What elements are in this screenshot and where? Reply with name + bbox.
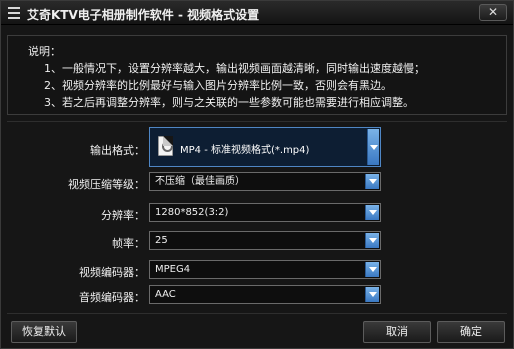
menu-icon[interactable] (8, 7, 20, 19)
cancel-button[interactable]: 取消 (363, 321, 431, 343)
chevron-down-icon[interactable] (365, 233, 379, 248)
resolution-select[interactable]: 1280*852(3:2) (149, 203, 381, 222)
video-codec-label: 视频编码器： (79, 266, 145, 279)
frame-rate-select[interactable]: 25 (149, 231, 381, 250)
video-file-icon (158, 136, 173, 156)
chevron-down-icon[interactable] (365, 287, 379, 302)
frame-rate-value: 25 (155, 235, 168, 246)
divider (7, 313, 507, 314)
resolution-value: 1280*852(3:2) (155, 207, 229, 218)
compression-select[interactable]: 不压缩（最佳画质） (149, 172, 381, 191)
output-format-value: MP4 - 标准视频格式(*.mp4) (180, 145, 310, 156)
compression-value: 不压缩（最佳画质） (155, 176, 245, 187)
chevron-down-icon[interactable] (365, 262, 379, 277)
audio-codec-label: 音频编码器： (79, 291, 145, 304)
note-line-1: 1、一般情况下，设置分辨率越大，输出视频画面越清晰，同时输出速度越慢； (44, 62, 425, 75)
output-format-label: 输出格式： (90, 144, 145, 157)
dialog-window: 艾奇KTV电子相册制作软件 - 视频格式设置 ✕ 说明： 1、一般情况下，设置分… (0, 0, 514, 349)
video-codec-value: MPEG4 (155, 264, 191, 275)
note-line-3: 3、若之后再调整分辨率，则与之关联的一些参数可能也需要进行相应调整。 (44, 96, 414, 109)
confirm-button[interactable]: 确定 (437, 321, 505, 343)
restore-default-button[interactable]: 恢复默认 (11, 321, 77, 343)
settings-form: 输出格式： MP4 - 标准视频格式(*.mp4) 视频压缩等级： 不压缩（最佳… (7, 121, 507, 311)
chevron-down-icon[interactable] (367, 129, 379, 165)
notes-panel: 说明： 1、一般情况下，设置分辨率越大，输出视频画面越清晰，同时输出速度越慢； … (7, 35, 507, 115)
resolution-label: 分辨率： (101, 209, 145, 222)
compression-label: 视频压缩等级： (68, 178, 145, 191)
title-bar[interactable]: 艾奇KTV电子相册制作软件 - 视频格式设置 ✕ (1, 1, 513, 25)
frame-rate-label: 帧率： (112, 237, 145, 250)
output-format-select[interactable]: MP4 - 标准视频格式(*.mp4) (149, 127, 381, 167)
audio-codec-select[interactable]: AAC (149, 285, 381, 304)
chevron-down-icon[interactable] (365, 205, 379, 220)
audio-codec-value: AAC (155, 289, 176, 300)
close-button[interactable]: ✕ (479, 4, 507, 21)
notes-heading: 说明： (28, 45, 61, 58)
window-title: 艾奇KTV电子相册制作软件 - 视频格式设置 (27, 8, 260, 22)
video-codec-select[interactable]: MPEG4 (149, 260, 381, 279)
chevron-down-icon[interactable] (365, 174, 379, 189)
note-line-2: 2、视频分辨率的比例最好与输入图片分辨率比例一致，否则会有黑边。 (44, 79, 392, 92)
